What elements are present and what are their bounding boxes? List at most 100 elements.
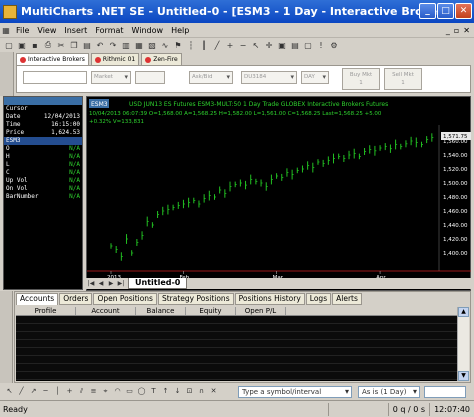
arrow-down-icon[interactable]: ↓ — [172, 386, 183, 397]
aux-field[interactable] — [424, 386, 466, 398]
sell-market-button[interactable]: Sell Mkt 1 — [384, 68, 422, 90]
tab-untitled-0[interactable]: Untitled-0 — [128, 278, 188, 289]
col-open-pl[interactable]: Open P/L — [236, 307, 286, 315]
ray-icon[interactable]: ↗ — [28, 386, 39, 397]
open-icon[interactable]: ▣ — [16, 39, 28, 51]
next-tab-icon[interactable]: ▶ — [106, 279, 116, 288]
symbol-interval-input[interactable]: Type a symbol/interval — [238, 386, 352, 398]
tab-zen-fire[interactable]: Zen-Fire — [141, 53, 182, 65]
tif-select[interactable]: DAY — [301, 71, 329, 84]
chart-icon[interactable]: ▥ — [120, 39, 132, 51]
tab-logs[interactable]: Logs — [305, 293, 332, 305]
indicator-icon[interactable]: ∿ — [159, 39, 171, 51]
table-row[interactable] — [16, 364, 457, 372]
arc-icon[interactable]: ◠ — [112, 386, 123, 397]
tab-strategy-positions[interactable]: Strategy Positions — [157, 293, 234, 305]
arrow-up-icon[interactable]: ↑ — [160, 386, 171, 397]
minimize-button[interactable]: _ — [419, 3, 436, 19]
line-icon[interactable]: ╱ — [211, 39, 223, 51]
mdi-minimize-button[interactable]: _ — [446, 26, 450, 35]
candle-icon[interactable]: ┃ — [198, 39, 210, 51]
workspace-icon[interactable]: ▢ — [302, 39, 314, 51]
paste-icon[interactable]: ▤ — [81, 39, 93, 51]
alert-icon[interactable]: ! — [315, 39, 327, 51]
tab-alerts[interactable]: Alerts — [332, 293, 362, 305]
data-window-icon[interactable]: ▣ — [276, 39, 288, 51]
eraser-icon[interactable]: ✕ — [208, 386, 219, 397]
tab-orders[interactable]: Orders — [59, 293, 93, 305]
magnet-icon[interactable]: ∩ — [196, 386, 207, 397]
fib-icon[interactable]: ≡ — [88, 386, 99, 397]
last-tab-icon[interactable]: ▶| — [116, 279, 126, 288]
cursor-icon[interactable]: ↖ — [250, 39, 262, 51]
col-balance[interactable]: Balance — [136, 307, 186, 315]
price-chart[interactable]: ESM3 USD JUN13 ES Futures ESM3-MULT:50 1… — [86, 96, 471, 291]
lock-icon[interactable]: ⊡ — [184, 386, 195, 397]
menu-view[interactable]: View — [33, 26, 60, 35]
buy-market-button[interactable]: Buy Mkt 1 — [342, 68, 380, 90]
save-icon[interactable]: ▪ — [29, 39, 41, 51]
order-type-select[interactable]: Market — [91, 71, 131, 84]
chart-canvas[interactable]: ESM3 USD JUN13 ES Futures ESM3-MULT:50 1… — [87, 97, 472, 279]
prev-tab-icon[interactable]: ◀ — [96, 279, 106, 288]
tab-accounts[interactable]: Accounts — [16, 293, 59, 305]
cut-icon[interactable]: ✂ — [55, 39, 67, 51]
mdi-restore-button[interactable]: ▫ — [454, 26, 459, 35]
cross-icon[interactable]: + — [64, 386, 75, 397]
settings-icon[interactable]: ⚙ — [328, 39, 340, 51]
tab-open-positions[interactable]: Open Positions — [93, 293, 157, 305]
bar-icon[interactable]: ┆ — [185, 39, 197, 51]
tracker-icon[interactable]: ▤ — [289, 39, 301, 51]
table-row[interactable] — [16, 332, 457, 340]
mdi-close-button[interactable]: ✕ — [463, 26, 470, 35]
new-icon[interactable]: ▢ — [3, 39, 15, 51]
account-select[interactable]: DU3184 — [241, 71, 297, 84]
table-row[interactable] — [16, 348, 457, 356]
table-row[interactable] — [16, 316, 457, 324]
redo-icon[interactable]: ↷ — [107, 39, 119, 51]
dom-icon[interactable]: ▧ — [146, 39, 158, 51]
scroll-up-icon[interactable]: ▲ — [458, 307, 469, 317]
table-row[interactable] — [16, 324, 457, 332]
price-type-select[interactable]: Ask/Bid — [189, 71, 233, 84]
text-icon[interactable]: T — [148, 386, 159, 397]
tab-rithmic[interactable]: Rithmic 01 — [90, 53, 140, 65]
trendline-icon[interactable]: ╱ — [16, 386, 27, 397]
tab-positions-history[interactable]: Positions History — [234, 293, 305, 305]
vline-icon[interactable]: │ — [52, 386, 63, 397]
scanner-icon[interactable]: ▦ — [133, 39, 145, 51]
menu-file[interactable]: File — [12, 26, 33, 35]
channel-icon[interactable]: ⫽ — [76, 386, 87, 397]
accounts-grid[interactable]: Profile Account Balance Equity Open P/L — [16, 307, 457, 381]
tab-interactive-brokers[interactable]: Interactive Brokers — [16, 53, 89, 65]
zoom-in-icon[interactable]: + — [224, 39, 236, 51]
order-account-field[interactable] — [23, 71, 87, 84]
pointer-icon[interactable]: ↖ — [4, 386, 15, 397]
crosshair-icon[interactable]: ✛ — [263, 39, 275, 51]
print-icon[interactable]: ⎙ — [42, 39, 54, 51]
close-button[interactable]: ✕ — [455, 3, 472, 19]
rect-icon[interactable]: ▭ — [124, 386, 135, 397]
col-equity[interactable]: Equity — [186, 307, 236, 315]
hline-icon[interactable]: ─ — [40, 386, 51, 397]
interval-select[interactable]: As is (1 Day) — [358, 386, 420, 398]
gann-icon[interactable]: ⌖ — [100, 386, 111, 397]
menu-insert[interactable]: Insert — [60, 26, 91, 35]
strategy-icon[interactable]: ⚑ — [172, 39, 184, 51]
col-profile[interactable]: Profile — [16, 307, 76, 315]
menu-window[interactable]: Window — [128, 26, 168, 35]
ellipse-icon[interactable]: ◯ — [136, 386, 147, 397]
col-account[interactable]: Account — [76, 307, 136, 315]
scroll-down-icon[interactable]: ▼ — [458, 371, 469, 381]
maximize-button[interactable]: □ — [437, 3, 454, 19]
table-row[interactable] — [16, 340, 457, 348]
price-field[interactable] — [135, 71, 165, 84]
table-row[interactable] — [16, 356, 457, 364]
table-row[interactable] — [16, 372, 457, 380]
menu-format[interactable]: Format — [91, 26, 127, 35]
first-tab-icon[interactable]: |◀ — [86, 279, 96, 288]
zoom-out-icon[interactable]: − — [237, 39, 249, 51]
copy-icon[interactable]: ❐ — [68, 39, 80, 51]
title-bar[interactable]: MultiCharts .NET SE - Untitled-0 - [ESM3… — [0, 0, 474, 23]
menu-help[interactable]: Help — [167, 26, 193, 35]
